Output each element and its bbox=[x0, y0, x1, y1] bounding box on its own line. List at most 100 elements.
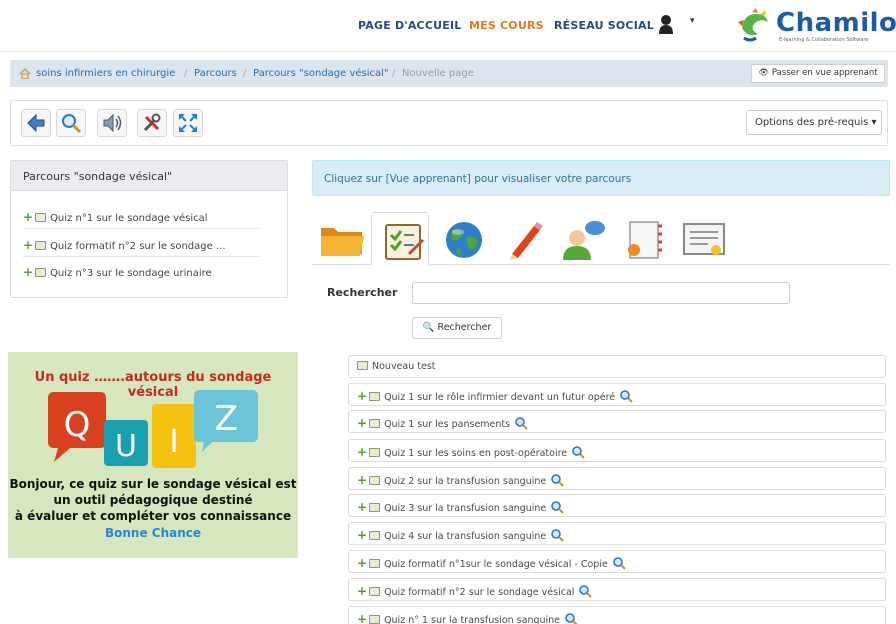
learning-path-panel: Parcours "sondage vésical" + Quiz n°1 sur… bbox=[10, 160, 288, 298]
quiz-banner-image: Un quiz …….autours du sondage vésical Q … bbox=[8, 352, 298, 558]
preview-button[interactable] bbox=[56, 109, 86, 137]
tab-quiz[interactable] bbox=[371, 212, 429, 265]
quiz-letter: Q bbox=[64, 405, 91, 445]
new-test-label: Nouveau test bbox=[372, 361, 436, 372]
breadcrumb-learning-path-link[interactable]: Parcours "sondage vésical" bbox=[253, 68, 389, 79]
nav-home-link[interactable]: PAGE D'ACCUEIL bbox=[358, 19, 461, 32]
tools-icon bbox=[143, 113, 161, 132]
learning-path-item-label: Quiz n°3 sur le sondage urinaire bbox=[50, 268, 212, 279]
preview-magnifier-icon[interactable] bbox=[612, 556, 626, 570]
nav-social-network-link[interactable]: RÉSEAU SOCIAL bbox=[554, 19, 654, 32]
add-icon: + bbox=[23, 265, 34, 279]
search-label: Rechercher bbox=[327, 286, 398, 299]
preview-magnifier-icon[interactable] bbox=[514, 416, 528, 430]
back-button[interactable] bbox=[21, 109, 51, 137]
add-to-path-icon[interactable]: + bbox=[357, 389, 367, 403]
folder-icon bbox=[321, 228, 364, 256]
add-to-path-icon[interactable]: + bbox=[357, 500, 367, 514]
settings-button[interactable] bbox=[137, 109, 167, 137]
learning-path-item[interactable]: + Quiz formatif n°2 sur le sondage ... bbox=[23, 231, 259, 257]
quiz-icon bbox=[369, 587, 381, 596]
quiz-icon bbox=[369, 448, 381, 457]
fullscreen-button[interactable] bbox=[173, 109, 203, 137]
quiz-title: Quiz 1 sur les soins en post-opératoire bbox=[384, 448, 568, 459]
add-to-path-icon[interactable]: + bbox=[357, 528, 367, 542]
quiz-title: Quiz 1 sur les pansements bbox=[384, 419, 511, 430]
add-to-path-icon[interactable]: + bbox=[357, 473, 367, 487]
quiz-list-item[interactable]: + Quiz 3 sur la transfusion sanguine bbox=[348, 494, 886, 517]
fullscreen-icon bbox=[179, 114, 197, 132]
add-to-path-icon[interactable]: + bbox=[357, 556, 367, 570]
quiz-banner-line: un outil pédagogique destiné bbox=[53, 493, 253, 507]
preview-magnifier-icon[interactable] bbox=[578, 584, 593, 598]
quiz-title: Quiz 3 sur la transfusion sanguine bbox=[384, 503, 547, 514]
breadcrumb-separator: / bbox=[184, 68, 188, 79]
quiz-icon bbox=[369, 476, 381, 485]
user-menu[interactable]: ▾ bbox=[658, 14, 698, 38]
quiz-icon bbox=[369, 615, 381, 624]
add-to-path-icon[interactable]: + bbox=[357, 445, 367, 459]
globe-icon bbox=[446, 222, 482, 258]
preview-magnifier-icon[interactable] bbox=[564, 612, 578, 624]
preview-magnifier-icon[interactable] bbox=[550, 500, 564, 514]
magnifier-icon bbox=[62, 114, 82, 134]
add-to-path-icon[interactable]: + bbox=[357, 584, 367, 598]
search-input[interactable] bbox=[412, 282, 790, 304]
logo-wordmark: Chamilo bbox=[776, 8, 896, 38]
breadcrumb-parcours-link[interactable]: Parcours bbox=[194, 68, 237, 79]
learning-path-item-label: Quiz formatif n°2 sur le sondage ... bbox=[50, 241, 226, 252]
quiz-icon bbox=[369, 559, 381, 568]
quiz-list-item[interactable]: + Quiz 1 sur les pansements bbox=[348, 410, 886, 433]
prerequisites-options-dropdown[interactable]: Options des pré-requis ▾ bbox=[746, 110, 882, 135]
new-test-item[interactable]: Nouveau test bbox=[348, 355, 886, 378]
search-button[interactable]: 🔍 Rechercher bbox=[412, 317, 502, 339]
tab-assignments[interactable] bbox=[494, 212, 552, 265]
certificate-icon bbox=[683, 223, 725, 255]
top-navbar: PAGE D'ACCUEIL MES COURS RÉSEAU SOCIAL ▾… bbox=[0, 0, 896, 52]
chamilo-chameleon-icon bbox=[738, 8, 768, 42]
search-icon: 🔍 bbox=[422, 322, 435, 333]
quiz-list-item[interactable]: + Quiz 1 sur les soins en post-opératoire bbox=[348, 439, 886, 462]
quiz-icon bbox=[369, 503, 381, 512]
home-icon[interactable] bbox=[19, 68, 31, 79]
quiz-list-item[interactable]: + Quiz formatif n°2 sur le sondage vésica… bbox=[348, 578, 886, 601]
preview-magnifier-icon[interactable] bbox=[619, 389, 633, 403]
audio-button[interactable] bbox=[97, 109, 127, 137]
search-button-label: Rechercher bbox=[437, 322, 492, 333]
quiz-list-item[interactable]: + Quiz 1 sur le rôle infirmier devant un … bbox=[348, 383, 886, 406]
chamilo-logo[interactable]: Chamilo E-learning & Collaboration Softw… bbox=[738, 8, 896, 44]
add-to-path-icon[interactable]: + bbox=[357, 612, 367, 624]
user-icon bbox=[659, 15, 673, 34]
add-icon: + bbox=[23, 210, 34, 224]
user-chat-icon bbox=[563, 221, 605, 260]
new-quiz-icon bbox=[357, 361, 368, 370]
quiz-banner-line: Bonjour, ce quiz sur le sondage vésical … bbox=[9, 477, 297, 491]
preview-magnifier-icon[interactable] bbox=[550, 473, 564, 487]
breadcrumb-separator: / bbox=[243, 68, 247, 79]
quiz-icon bbox=[369, 392, 381, 401]
preview-magnifier-icon[interactable] bbox=[571, 445, 585, 459]
learning-path-item[interactable]: + Quiz n°1 sur le sondage vésical bbox=[23, 203, 259, 229]
tab-documents[interactable] bbox=[312, 212, 370, 265]
add-to-path-icon[interactable]: + bbox=[357, 416, 367, 430]
quiz-list-item[interactable]: + Quiz 2 sur la transfusion sanguine bbox=[348, 467, 886, 490]
learning-path-title: Parcours "sondage vésical" bbox=[11, 161, 287, 191]
quiz-list-item[interactable]: + Quiz formatif n°1sur le sondage vésical… bbox=[348, 550, 886, 573]
logo-tagline: E-learning & Collaboration Software bbox=[779, 37, 869, 43]
quiz-list-item[interactable]: + Quiz n° 1 sur la transfusion sanguine bbox=[348, 606, 886, 624]
preview-button-label: Passer en vue apprenant bbox=[771, 68, 878, 78]
eye-icon: 👁 bbox=[758, 68, 770, 78]
info-alert: Cliquez sur [Vue apprenant] pour visuali… bbox=[312, 160, 890, 196]
nav-my-courses-link[interactable]: MES COURS bbox=[469, 19, 544, 32]
breadcrumb-course-link[interactable]: soins infirmiers en chirurgie bbox=[36, 68, 175, 79]
switch-to-learner-view-button[interactable]: 👁 Passer en vue apprenant bbox=[751, 64, 885, 83]
tab-links[interactable] bbox=[434, 212, 492, 265]
learning-path-item[interactable]: + Quiz n°3 sur le sondage urinaire bbox=[23, 258, 259, 284]
quiz-banner-closing: Bonne Chance bbox=[104, 526, 202, 540]
quiz-banner-text: Bonjour, ce quiz sur le sondage vésical … bbox=[0, 476, 306, 524]
tab-certificate[interactable] bbox=[674, 212, 732, 265]
preview-magnifier-icon[interactable] bbox=[550, 528, 564, 542]
tab-forum[interactable] bbox=[553, 212, 611, 265]
tab-section[interactable] bbox=[614, 212, 672, 265]
quiz-list-item[interactable]: + Quiz 4 sur la transfusion sanguine bbox=[348, 522, 886, 545]
